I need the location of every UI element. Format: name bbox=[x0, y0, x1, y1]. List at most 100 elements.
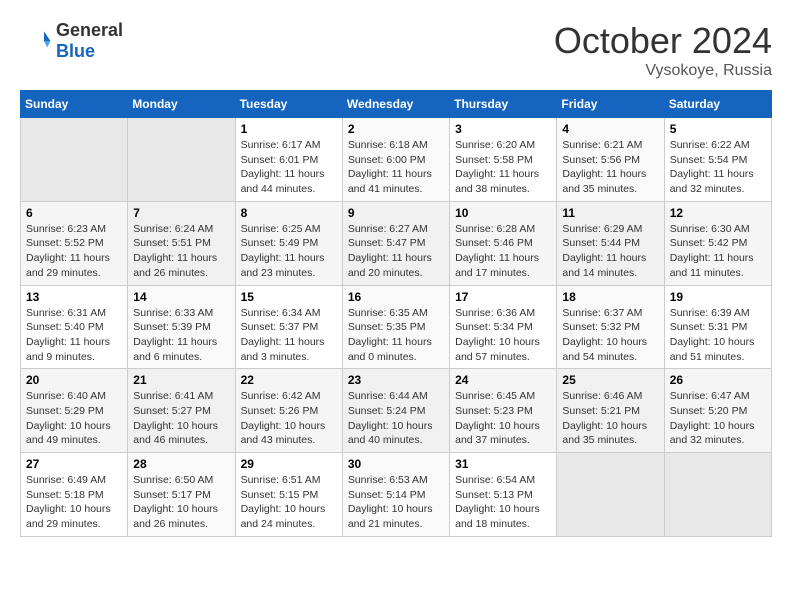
day-info: Sunrise: 6:23 AM Sunset: 5:52 PM Dayligh… bbox=[26, 222, 122, 281]
day-info: Sunrise: 6:41 AM Sunset: 5:27 PM Dayligh… bbox=[133, 389, 229, 448]
calendar-cell bbox=[128, 118, 235, 202]
calendar-cell bbox=[664, 453, 771, 537]
day-info: Sunrise: 6:29 AM Sunset: 5:44 PM Dayligh… bbox=[562, 222, 658, 281]
day-number: 8 bbox=[241, 206, 337, 220]
calendar-cell: 25 Sunrise: 6:46 AM Sunset: 5:21 PM Dayli… bbox=[557, 369, 664, 453]
week-row-3: 13Sunrise: 6:31 AM Sunset: 5:40 PM Dayli… bbox=[21, 285, 772, 369]
calendar-cell: 11 Sunrise: 6:29 AM Sunset: 5:44 PM Dayli… bbox=[557, 201, 664, 285]
calendar-cell: 18 Sunrise: 6:37 AM Sunset: 5:32 PM Dayli… bbox=[557, 285, 664, 369]
day-number: 26 bbox=[670, 373, 766, 387]
calendar-cell: 14 Sunrise: 6:33 AM Sunset: 5:39 PM Dayli… bbox=[128, 285, 235, 369]
day-header-sunday: Sunday bbox=[21, 91, 128, 118]
day-number: 27 bbox=[26, 457, 122, 471]
month-title: October 2024 bbox=[554, 20, 772, 62]
calendar-cell: 10 Sunrise: 6:28 AM Sunset: 5:46 PM Dayli… bbox=[450, 201, 557, 285]
day-header-saturday: Saturday bbox=[664, 91, 771, 118]
week-row-4: 20Sunrise: 6:40 AM Sunset: 5:29 PM Dayli… bbox=[21, 369, 772, 453]
day-info: Sunrise: 6:39 AM Sunset: 5:31 PM Dayligh… bbox=[670, 306, 766, 365]
day-number: 16 bbox=[348, 290, 444, 304]
day-info: Sunrise: 6:35 AM Sunset: 5:35 PM Dayligh… bbox=[348, 306, 444, 365]
day-header-monday: Monday bbox=[128, 91, 235, 118]
day-info: Sunrise: 6:34 AM Sunset: 5:37 PM Dayligh… bbox=[241, 306, 337, 365]
day-header-tuesday: Tuesday bbox=[235, 91, 342, 118]
calendar-cell: 20Sunrise: 6:40 AM Sunset: 5:29 PM Dayli… bbox=[21, 369, 128, 453]
day-number: 24 bbox=[455, 373, 551, 387]
day-info: Sunrise: 6:17 AM Sunset: 6:01 PM Dayligh… bbox=[241, 138, 337, 197]
day-number: 15 bbox=[241, 290, 337, 304]
day-info: Sunrise: 6:54 AM Sunset: 5:13 PM Dayligh… bbox=[455, 473, 551, 532]
day-info: Sunrise: 6:20 AM Sunset: 5:58 PM Dayligh… bbox=[455, 138, 551, 197]
day-info: Sunrise: 6:33 AM Sunset: 5:39 PM Dayligh… bbox=[133, 306, 229, 365]
day-header-thursday: Thursday bbox=[450, 91, 557, 118]
day-number: 11 bbox=[562, 206, 658, 220]
calendar-cell: 1Sunrise: 6:17 AM Sunset: 6:01 PM Daylig… bbox=[235, 118, 342, 202]
week-row-2: 6Sunrise: 6:23 AM Sunset: 5:52 PM Daylig… bbox=[21, 201, 772, 285]
calendar-cell: 5 Sunrise: 6:22 AM Sunset: 5:54 PM Daylig… bbox=[664, 118, 771, 202]
calendar-cell: 2 Sunrise: 6:18 AM Sunset: 6:00 PM Daylig… bbox=[342, 118, 449, 202]
day-number: 30 bbox=[348, 457, 444, 471]
day-info: Sunrise: 6:30 AM Sunset: 5:42 PM Dayligh… bbox=[670, 222, 766, 281]
day-number: 9 bbox=[348, 206, 444, 220]
day-info: Sunrise: 6:47 AM Sunset: 5:20 PM Dayligh… bbox=[670, 389, 766, 448]
day-number: 19 bbox=[670, 290, 766, 304]
logo-general-text: General bbox=[56, 20, 123, 40]
week-row-5: 27 Sunrise: 6:49 AM Sunset: 5:18 PM Dayli… bbox=[21, 453, 772, 537]
day-number: 10 bbox=[455, 206, 551, 220]
logo-blue-text: Blue bbox=[56, 41, 95, 61]
calendar-cell: 19 Sunrise: 6:39 AM Sunset: 5:31 PM Dayli… bbox=[664, 285, 771, 369]
day-info: Sunrise: 6:53 AM Sunset: 5:14 PM Dayligh… bbox=[348, 473, 444, 532]
calendar-cell: 9Sunrise: 6:27 AM Sunset: 5:47 PM Daylig… bbox=[342, 201, 449, 285]
day-info: Sunrise: 6:22 AM Sunset: 5:54 PM Dayligh… bbox=[670, 138, 766, 197]
calendar-cell: 15 Sunrise: 6:34 AM Sunset: 5:37 PM Dayli… bbox=[235, 285, 342, 369]
calendar-table: SundayMondayTuesdayWednesdayThursdayFrid… bbox=[20, 90, 772, 537]
day-info: Sunrise: 6:49 AM Sunset: 5:18 PM Dayligh… bbox=[26, 473, 122, 532]
day-info: Sunrise: 6:46 AM Sunset: 5:21 PM Dayligh… bbox=[562, 389, 658, 448]
calendar-cell: 23 Sunrise: 6:44 AM Sunset: 5:24 PM Dayli… bbox=[342, 369, 449, 453]
day-number: 22 bbox=[241, 373, 337, 387]
day-number: 31 bbox=[455, 457, 551, 471]
week-row-1: 1Sunrise: 6:17 AM Sunset: 6:01 PM Daylig… bbox=[21, 118, 772, 202]
day-info: Sunrise: 6:28 AM Sunset: 5:46 PM Dayligh… bbox=[455, 222, 551, 281]
calendar-cell: 7Sunrise: 6:24 AM Sunset: 5:51 PM Daylig… bbox=[128, 201, 235, 285]
day-header-friday: Friday bbox=[557, 91, 664, 118]
calendar-cell bbox=[21, 118, 128, 202]
day-info: Sunrise: 6:51 AM Sunset: 5:15 PM Dayligh… bbox=[241, 473, 337, 532]
calendar-cell: 21 Sunrise: 6:41 AM Sunset: 5:27 PM Dayli… bbox=[128, 369, 235, 453]
calendar-header: SundayMondayTuesdayWednesdayThursdayFrid… bbox=[21, 91, 772, 118]
day-number: 25 bbox=[562, 373, 658, 387]
day-number: 5 bbox=[670, 122, 766, 136]
day-number: 4 bbox=[562, 122, 658, 136]
calendar-cell: 24 Sunrise: 6:45 AM Sunset: 5:23 PM Dayli… bbox=[450, 369, 557, 453]
day-number: 2 bbox=[348, 122, 444, 136]
calendar-cell: 3Sunrise: 6:20 AM Sunset: 5:58 PM Daylig… bbox=[450, 118, 557, 202]
logo-icon bbox=[20, 25, 52, 57]
day-number: 18 bbox=[562, 290, 658, 304]
calendar-cell bbox=[557, 453, 664, 537]
day-number: 21 bbox=[133, 373, 229, 387]
title-block: October 2024 Vysokoye, Russia bbox=[554, 20, 772, 80]
day-info: Sunrise: 6:21 AM Sunset: 5:56 PM Dayligh… bbox=[562, 138, 658, 197]
logo: General Blue bbox=[20, 20, 123, 62]
page-header: General Blue October 2024 Vysokoye, Russ… bbox=[20, 20, 772, 80]
day-number: 29 bbox=[241, 457, 337, 471]
calendar-cell: 30 Sunrise: 6:53 AM Sunset: 5:14 PM Dayli… bbox=[342, 453, 449, 537]
day-number: 17 bbox=[455, 290, 551, 304]
day-info: Sunrise: 6:37 AM Sunset: 5:32 PM Dayligh… bbox=[562, 306, 658, 365]
calendar-cell: 27 Sunrise: 6:49 AM Sunset: 5:18 PM Dayli… bbox=[21, 453, 128, 537]
calendar-cell: 16 Sunrise: 6:35 AM Sunset: 5:35 PM Dayli… bbox=[342, 285, 449, 369]
day-info: Sunrise: 6:40 AM Sunset: 5:29 PM Dayligh… bbox=[26, 389, 122, 448]
calendar-cell: 29 Sunrise: 6:51 AM Sunset: 5:15 PM Dayli… bbox=[235, 453, 342, 537]
day-number: 14 bbox=[133, 290, 229, 304]
calendar-cell: 28 Sunrise: 6:50 AM Sunset: 5:17 PM Dayli… bbox=[128, 453, 235, 537]
day-info: Sunrise: 6:18 AM Sunset: 6:00 PM Dayligh… bbox=[348, 138, 444, 197]
day-number: 23 bbox=[348, 373, 444, 387]
day-info: Sunrise: 6:25 AM Sunset: 5:49 PM Dayligh… bbox=[241, 222, 337, 281]
day-info: Sunrise: 6:50 AM Sunset: 5:17 PM Dayligh… bbox=[133, 473, 229, 532]
day-number: 12 bbox=[670, 206, 766, 220]
calendar-cell: 12 Sunrise: 6:30 AM Sunset: 5:42 PM Dayli… bbox=[664, 201, 771, 285]
day-number: 7 bbox=[133, 206, 229, 220]
day-number: 28 bbox=[133, 457, 229, 471]
day-number: 13 bbox=[26, 290, 122, 304]
day-info: Sunrise: 6:45 AM Sunset: 5:23 PM Dayligh… bbox=[455, 389, 551, 448]
day-info: Sunrise: 6:44 AM Sunset: 5:24 PM Dayligh… bbox=[348, 389, 444, 448]
